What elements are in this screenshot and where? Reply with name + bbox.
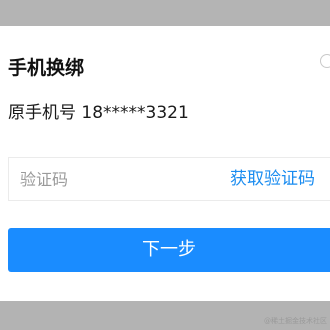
verification-code-row: 获取验证码 bbox=[8, 157, 330, 201]
original-phone-number: 原手机号 18*****3321 bbox=[8, 103, 189, 123]
get-verification-code-button[interactable]: 获取验证码 bbox=[230, 158, 315, 200]
modal-overlay-top[interactable] bbox=[0, 0, 330, 26]
watermark: @稀土掘金技术社区 bbox=[264, 317, 327, 325]
rebind-phone-dialog: 手机换绑 原手机号 18*****3321 获取验证码 下一步 bbox=[0, 26, 330, 301]
close-icon[interactable] bbox=[320, 54, 330, 68]
verification-code-input[interactable] bbox=[20, 158, 220, 200]
next-step-button[interactable]: 下一步 bbox=[8, 228, 330, 272]
dialog-title: 手机换绑 bbox=[8, 57, 85, 79]
